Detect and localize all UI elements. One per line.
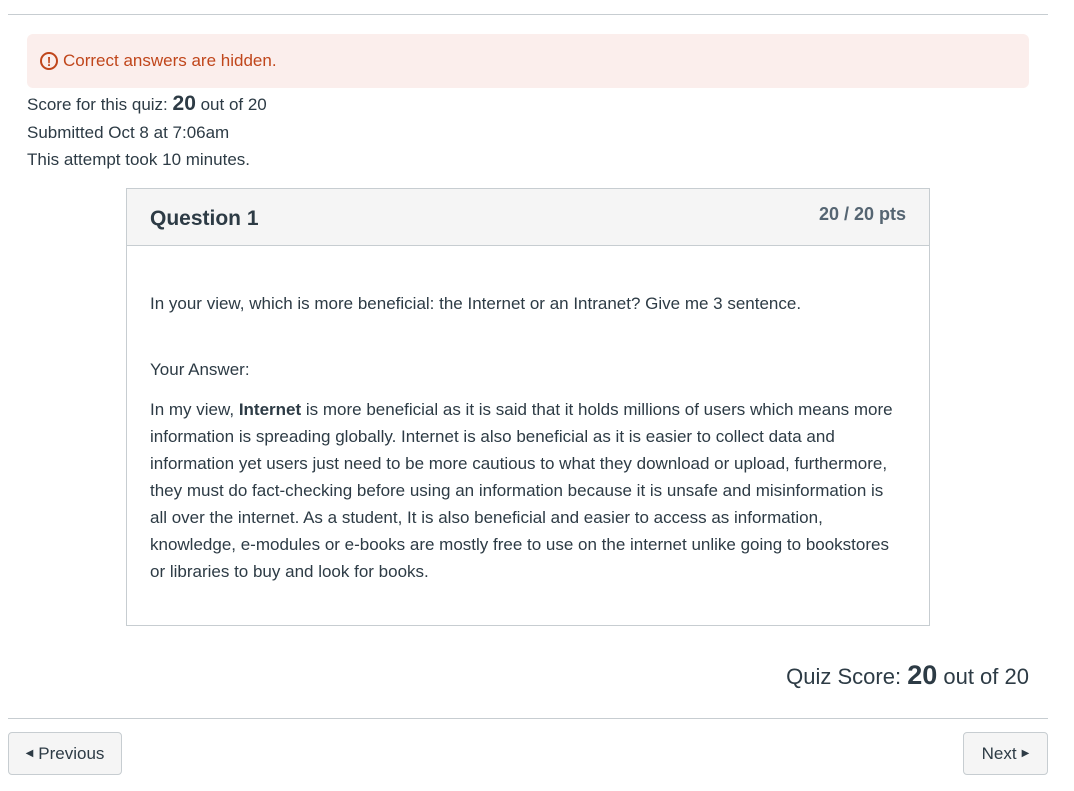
answer-label: Your Answer: (150, 360, 250, 379)
answer-text: In my view, Internet is more beneficial … (150, 396, 900, 585)
attempt-duration: This attempt took 10 minutes. (27, 150, 250, 169)
question-header: Question 1 20 / 20 pts (127, 189, 929, 246)
question-title: Question 1 (150, 207, 259, 230)
previous-button[interactable]: ◀ Previous (8, 732, 122, 775)
question-prompt: In your view, which is more beneficial: … (150, 294, 802, 313)
bottom-divider (8, 718, 1048, 719)
score-suffix: out of 20 (195, 95, 267, 114)
quiz-score-suffix: out of 20 (937, 664, 1029, 689)
previous-label: Previous (38, 743, 105, 763)
next-button[interactable]: Next ▶ (963, 732, 1048, 775)
submitted-time: Submitted Oct 8 at 7:06am (27, 122, 230, 142)
triangle-left-icon: ◀ (25, 748, 34, 759)
question-body: In your view, which is more beneficial: … (127, 294, 929, 585)
quiz-summary: Score for this quiz: 20 out of 20 Submit… (27, 90, 267, 174)
top-divider (8, 14, 1048, 15)
quiz-score-prefix: Quiz Score: (786, 664, 908, 689)
score-value: 20 (172, 92, 196, 115)
next-label: Next (981, 743, 1017, 763)
answer-rest: is more beneficial as it is said that it… (150, 400, 893, 581)
quiz-score-value: 20 (907, 660, 938, 690)
question-card: Question 1 20 / 20 pts In your view, whi… (126, 188, 930, 626)
score-prefix: Score for this quiz: (27, 95, 173, 114)
answer-bold: Internet (238, 400, 302, 419)
answer-prefix: In my view, (150, 400, 239, 419)
quiz-results-page: ! Correct answers are hidden. Score for … (0, 0, 1074, 791)
exclamation-circle-icon: ! (40, 52, 58, 70)
question-points: 20 / 20 pts (818, 204, 906, 224)
hidden-answers-alert: ! Correct answers are hidden. (27, 34, 1029, 88)
alert-text: Correct answers are hidden. (63, 51, 277, 70)
score-line: Score for this quiz: 20 out of 20 (27, 90, 267, 119)
triangle-right-icon: ▶ (1021, 748, 1030, 759)
quiz-score: Quiz Score: 20 out of 20 (786, 660, 1029, 691)
